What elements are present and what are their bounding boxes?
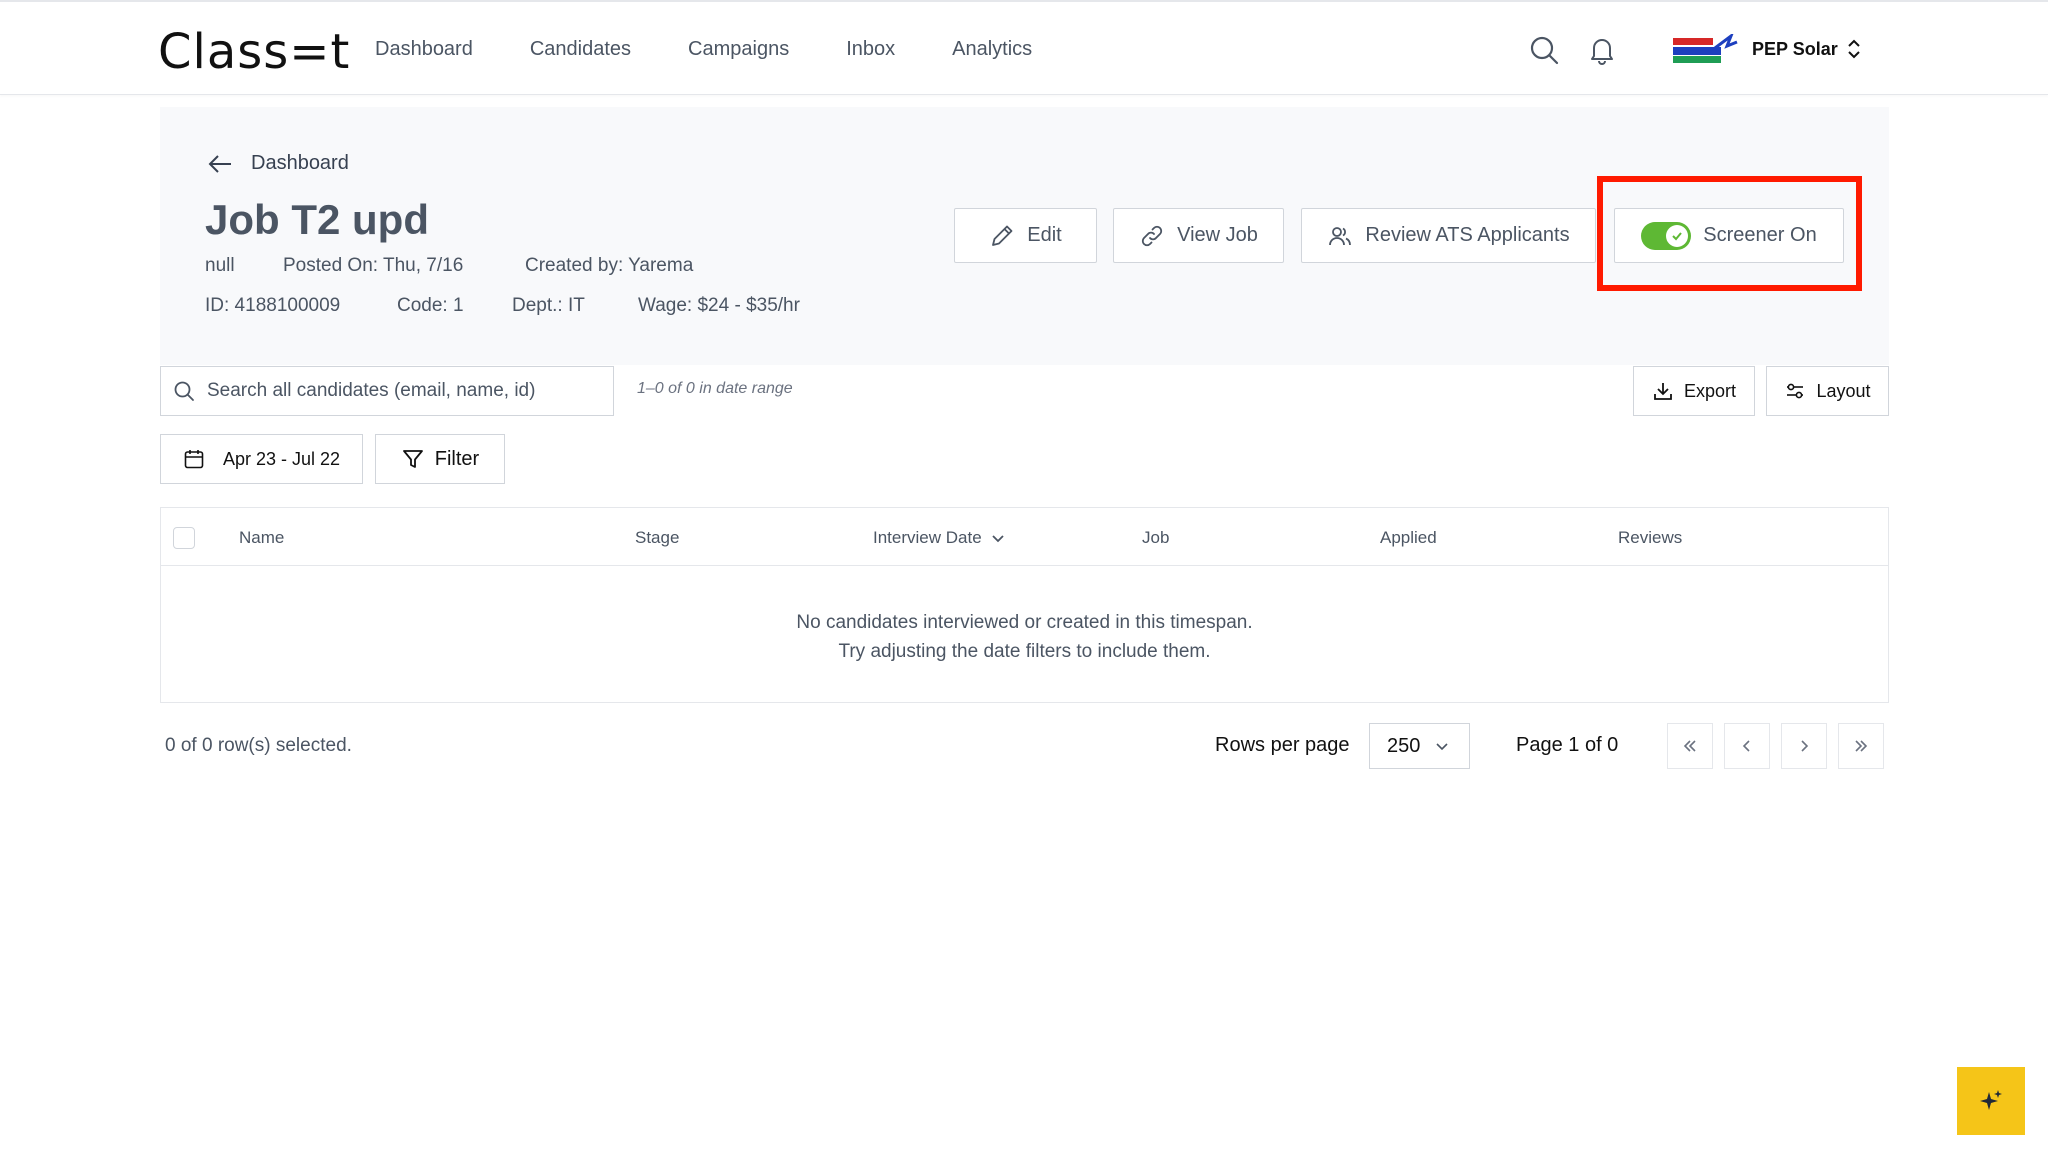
top-navigation-bar: Class=t Dashboard Candidates Campaigns I… bbox=[0, 0, 2048, 95]
link-icon bbox=[1141, 225, 1163, 246]
empty-state-message: No candidates interviewed or created in … bbox=[161, 608, 1888, 666]
rows-per-page-label: Rows per page bbox=[1215, 734, 1350, 756]
chevron-down-icon bbox=[1436, 743, 1448, 751]
nav-inbox[interactable]: Inbox bbox=[846, 38, 895, 61]
column-applied[interactable]: Applied bbox=[1380, 528, 1437, 548]
job-id: ID: 4188100009 bbox=[205, 295, 341, 316]
job-wage: Wage: $24 - $35/hr bbox=[638, 295, 800, 316]
filter-icon bbox=[402, 450, 423, 468]
nav-campaigns[interactable]: Campaigns bbox=[688, 38, 789, 61]
job-code: Code: 1 bbox=[397, 295, 464, 316]
nav-candidates[interactable]: Candidates bbox=[530, 38, 631, 61]
first-page-button[interactable] bbox=[1667, 723, 1713, 769]
job-dept: Dept.: IT bbox=[512, 295, 585, 316]
ai-assistant-button[interactable] bbox=[1957, 1067, 2025, 1135]
column-reviews[interactable]: Reviews bbox=[1618, 528, 1682, 548]
arrow-left-icon bbox=[208, 154, 231, 173]
users-icon bbox=[1329, 226, 1352, 245]
date-range-label: Apr 23 - Jul 22 bbox=[222, 448, 341, 469]
account-name[interactable]: PEP Solar bbox=[1752, 39, 1838, 60]
search-icon[interactable] bbox=[1528, 34, 1560, 66]
previous-page-button[interactable] bbox=[1724, 723, 1770, 769]
nav-dashboard[interactable]: Dashboard bbox=[375, 38, 473, 61]
layout-button-label: Layout bbox=[1816, 380, 1871, 401]
app-logo[interactable]: Class=t bbox=[158, 24, 350, 80]
search-icon bbox=[174, 381, 194, 401]
sparkle-icon bbox=[1980, 1090, 2002, 1110]
view-job-button-label: View Job bbox=[1177, 224, 1258, 246]
rows-selected-text: 0 of 0 row(s) selected. bbox=[165, 735, 352, 756]
chevrons-right-icon bbox=[1855, 740, 1868, 752]
review-ats-applicants-button[interactable]: Review ATS Applicants bbox=[1301, 208, 1596, 263]
column-job[interactable]: Job bbox=[1142, 528, 1169, 548]
column-interview-date[interactable]: Interview Date bbox=[873, 528, 1006, 548]
chevron-up-down-icon[interactable] bbox=[1846, 37, 1862, 61]
job-created-by: Created by: Yarema bbox=[525, 255, 694, 276]
nav-analytics[interactable]: Analytics bbox=[952, 38, 1032, 61]
empty-state-line-2: Try adjusting the date filters to includ… bbox=[838, 641, 1211, 662]
back-link-label: Dashboard bbox=[251, 152, 349, 174]
date-range-picker[interactable]: Apr 23 - Jul 22 bbox=[160, 434, 363, 484]
download-icon bbox=[1654, 383, 1672, 400]
edit-button[interactable]: Edit bbox=[954, 208, 1097, 263]
next-page-button[interactable] bbox=[1781, 723, 1827, 769]
chevron-left-icon bbox=[1742, 740, 1750, 752]
back-link[interactable]: Dashboard bbox=[207, 152, 349, 175]
date-range-count: 1–0 of 0 in date range bbox=[637, 380, 793, 397]
screener-highlight-box bbox=[1597, 176, 1862, 291]
rows-per-page-value: 250 bbox=[1387, 734, 1421, 757]
last-page-button[interactable] bbox=[1838, 723, 1884, 769]
review-ats-applicants-label: Review ATS Applicants bbox=[1365, 224, 1570, 246]
sliders-icon bbox=[1787, 383, 1804, 399]
brand-logo-icon bbox=[1673, 34, 1738, 63]
view-job-button[interactable]: View Job bbox=[1113, 208, 1284, 263]
pencil-icon bbox=[992, 225, 1013, 246]
filter-button-label: Filter bbox=[434, 447, 480, 470]
page-indicator: Page 1 of 0 bbox=[1516, 734, 1619, 756]
column-name[interactable]: Name bbox=[239, 528, 284, 548]
chevron-down-icon bbox=[992, 535, 1004, 543]
calendar-icon bbox=[184, 450, 204, 469]
rows-per-page-select[interactable]: 250 bbox=[1369, 723, 1470, 769]
candidate-search bbox=[160, 366, 614, 416]
table-header: Name Stage Interview Date Job Applied Re… bbox=[161, 508, 1888, 566]
job-posted-on: Posted On: Thu, 7/16 bbox=[283, 255, 464, 276]
job-title: Job T2 upd bbox=[205, 196, 429, 243]
main-nav: Dashboard Candidates Campaigns Inbox Ana… bbox=[375, 38, 1089, 61]
job-location: null bbox=[205, 255, 235, 276]
chevron-right-icon bbox=[1801, 740, 1809, 752]
layout-button[interactable]: Layout bbox=[1766, 366, 1889, 416]
filter-button[interactable]: Filter bbox=[375, 434, 505, 484]
edit-button-label: Edit bbox=[1027, 224, 1062, 246]
select-all-checkbox[interactable] bbox=[173, 527, 195, 549]
chevrons-left-icon bbox=[1683, 740, 1696, 752]
empty-state-line-1: No candidates interviewed or created in … bbox=[796, 612, 1253, 633]
export-button[interactable]: Export bbox=[1633, 366, 1755, 416]
candidate-search-input[interactable] bbox=[207, 380, 587, 402]
candidates-table: Name Stage Interview Date Job Applied Re… bbox=[160, 507, 1889, 703]
export-button-label: Export bbox=[1683, 380, 1737, 401]
bell-icon[interactable] bbox=[1586, 34, 1618, 66]
column-stage[interactable]: Stage bbox=[635, 528, 679, 548]
